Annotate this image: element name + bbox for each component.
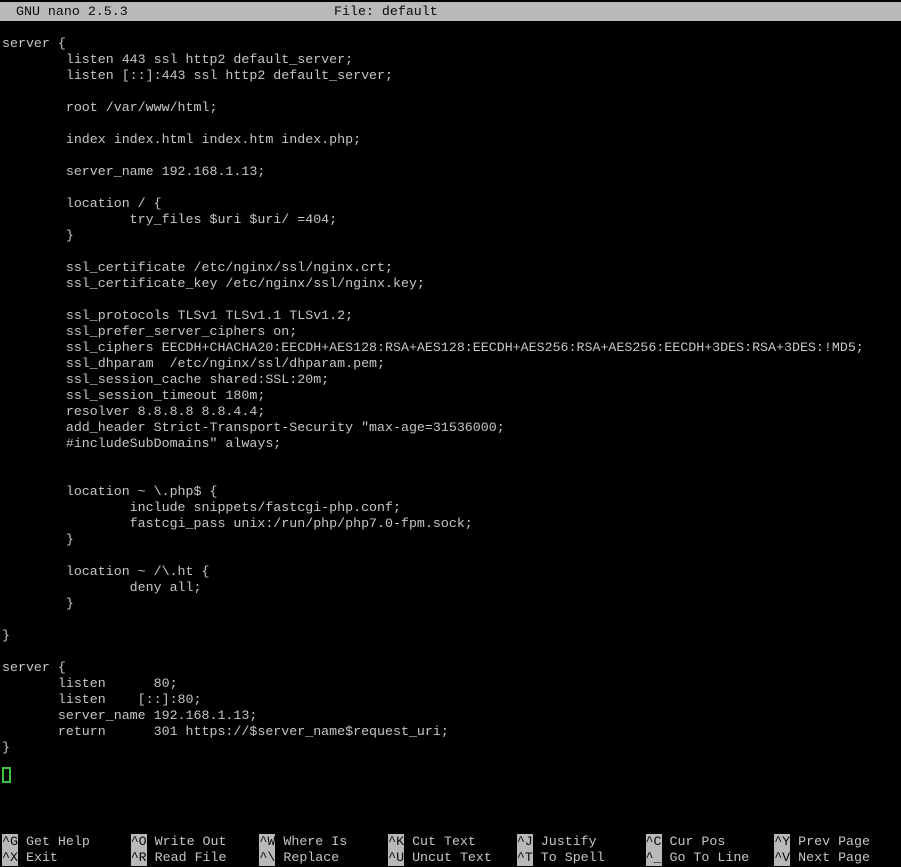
shortcut-prev-page: ^Y Prev Page <box>774 834 870 850</box>
shortcut-write-out: ^O Write Out <box>131 834 227 850</box>
shortcut-key-badge: ^T <box>517 850 533 866</box>
editor-line <box>0 84 901 100</box>
editor-line: } <box>0 228 901 244</box>
shortcut-key-badge: ^G <box>2 834 18 850</box>
shortcut-where-is: ^W Where Is <box>259 834 347 850</box>
editor-line: listen [::]:80; <box>0 692 901 708</box>
shortcut-label: Exit <box>18 850 58 865</box>
terminal-window[interactable]: GNU nano 2.5.3 File: default server { li… <box>0 0 901 867</box>
editor-line: server_name 192.168.1.13; <box>0 164 901 180</box>
shortcut-key-badge: ^Y <box>774 834 790 850</box>
editor-line: listen 80; <box>0 676 901 692</box>
shortcut-key-badge: ^R <box>131 850 147 866</box>
shortcut-key-badge: ^O <box>131 834 147 850</box>
editor-line <box>0 452 901 468</box>
shortcut-key-badge: ^W <box>259 834 275 850</box>
editor-line: server { <box>0 660 901 676</box>
shortcut-label: Justify <box>533 834 597 849</box>
editor-line: ssl_prefer_server_ciphers on; <box>0 324 901 340</box>
editor-line: } <box>0 596 901 612</box>
shortcut-justify: ^J Justify <box>517 834 597 850</box>
nano-titlebar: GNU nano 2.5.3 File: default <box>0 2 901 21</box>
shortcut-label: Cut Text <box>404 834 476 849</box>
editor-line: root /var/www/html; <box>0 100 901 116</box>
editor-line: fastcgi_pass unix:/run/php/php7.0-fpm.so… <box>0 516 901 532</box>
editor-lines: server { listen 443 ssl http2 default_se… <box>0 36 901 756</box>
shortcut-key-badge: ^J <box>517 834 533 850</box>
file-name: File: default <box>334 2 438 21</box>
editor-line: location ~ \.php$ { <box>0 484 901 500</box>
editor-line: listen [::]:443 ssl http2 default_server… <box>0 68 901 84</box>
shortcut-bar-row2: ^X Exit ^R Read File ^\ Replace ^U Uncut Te… <box>0 850 901 866</box>
shortcut-label: Uncut Text <box>404 850 492 865</box>
terminal-cursor <box>2 767 11 783</box>
shortcut-key-badge: ^U <box>388 850 404 866</box>
editor-line: #includeSubDomains" always; <box>0 436 901 452</box>
editor-line: } <box>0 628 901 644</box>
editor-line: ssl_protocols TLSv1 TLSv1.1 TLSv1.2; <box>0 308 901 324</box>
shortcut-key-badge: ^V <box>774 850 790 866</box>
shortcut-label: Replace <box>275 850 339 865</box>
shortcut-go-to-line: ^_ Go To Line <box>646 850 750 866</box>
editor-line <box>0 244 901 260</box>
shortcut-bar-row1: ^G Get Help ^O Write Out ^W Where Is ^K Cut… <box>0 834 901 850</box>
editor-line: include snippets/fastcgi-php.conf; <box>0 500 901 516</box>
shortcut-key-badge: ^K <box>388 834 404 850</box>
shortcut-replace: ^\ Replace <box>259 850 339 866</box>
nano-version: GNU nano 2.5.3 <box>16 2 128 21</box>
shortcut-label: Prev Page <box>790 834 870 849</box>
shortcut-cut-text: ^K Cut Text <box>388 834 476 850</box>
editor-line <box>0 644 901 660</box>
editor-line <box>0 548 901 564</box>
shortcut-label: Read File <box>147 850 227 865</box>
editor-line: server_name 192.168.1.13; <box>0 708 901 724</box>
editor-line <box>0 468 901 484</box>
editor-line <box>0 292 901 308</box>
editor-line <box>0 148 901 164</box>
editor-line <box>0 116 901 132</box>
editor-line: resolver 8.8.8.8 8.8.4.4; <box>0 404 901 420</box>
editor-line: ssl_session_cache shared:SSL:20m; <box>0 372 901 388</box>
shortcut-key-badge: ^X <box>2 850 18 866</box>
editor-line: try_files $uri $uri/ =404; <box>0 212 901 228</box>
editor-line: server { <box>0 36 901 52</box>
shortcut-label: Where Is <box>275 834 347 849</box>
shortcut-label: Write Out <box>147 834 227 849</box>
editor-line: ssl_dhparam /etc/nginx/ssl/dhparam.pem; <box>0 356 901 372</box>
shortcut-key-badge: ^C <box>646 834 662 850</box>
editor-line: ssl_session_timeout 180m; <box>0 388 901 404</box>
editor-line: ssl_certificate /etc/nginx/ssl/nginx.crt… <box>0 260 901 276</box>
editor-line: add_header Strict-Transport-Security "ma… <box>0 420 901 436</box>
shortcut-uncut-text: ^U Uncut Text <box>388 850 492 866</box>
editor-line: location ~ /\.ht { <box>0 564 901 580</box>
editor-area[interactable]: server { listen 443 ssl http2 default_se… <box>0 36 901 756</box>
editor-line: index index.html index.htm index.php; <box>0 132 901 148</box>
editor-line: deny all; <box>0 580 901 596</box>
editor-line: return 301 https://$server_name$request_… <box>0 724 901 740</box>
shortcut-read-file: ^R Read File <box>131 850 227 866</box>
shortcut-label: Next Page <box>790 850 870 865</box>
editor-line: } <box>0 532 901 548</box>
shortcut-get-help: ^G Get Help <box>2 834 90 850</box>
editor-line: listen 443 ssl http2 default_server; <box>0 52 901 68</box>
shortcut-key-badge: ^_ <box>646 850 662 866</box>
shortcut-key-badge: ^\ <box>259 850 275 866</box>
shortcut-label: Go To Line <box>662 850 750 865</box>
editor-line <box>0 180 901 196</box>
shortcut-label: To Spell <box>533 850 605 865</box>
shortcut-label: Get Help <box>18 834 90 849</box>
editor-line: ssl_ciphers EECDH+CHACHA20:EECDH+AES128:… <box>0 340 901 356</box>
editor-line: } <box>0 740 901 756</box>
editor-line: ssl_certificate_key /etc/nginx/ssl/nginx… <box>0 276 901 292</box>
shortcut-to-spell: ^T To Spell <box>517 850 605 866</box>
shortcut-cur-pos: ^C Cur Pos <box>646 834 726 850</box>
editor-line <box>0 612 901 628</box>
shortcut-exit: ^X Exit <box>2 850 58 866</box>
shortcut-label: Cur Pos <box>662 834 726 849</box>
editor-line: location / { <box>0 196 901 212</box>
shortcut-next-page: ^V Next Page <box>774 850 870 866</box>
